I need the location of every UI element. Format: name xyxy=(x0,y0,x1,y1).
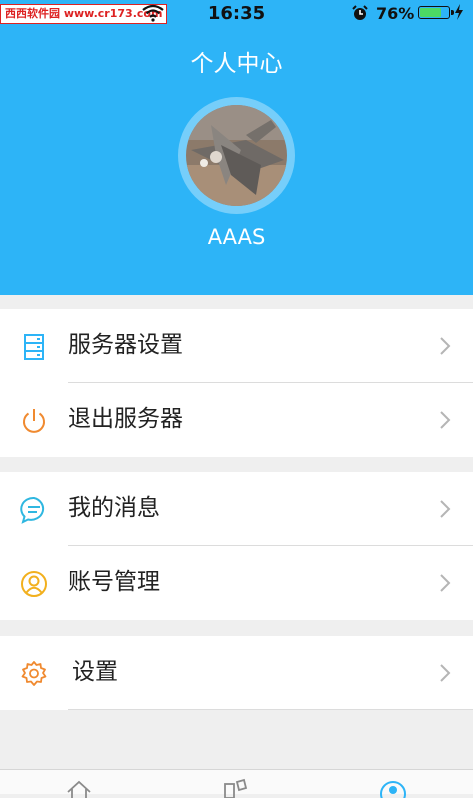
menu-group-settings: 设置 xyxy=(0,636,473,710)
server-icon xyxy=(24,334,44,360)
chevron-right-icon xyxy=(440,664,451,682)
menu-item-label: 账号管理 xyxy=(68,569,160,595)
chevron-right-icon xyxy=(440,411,451,429)
menu-item-label: 设置 xyxy=(72,659,118,685)
battery-percent: 76% xyxy=(376,4,415,23)
battery-icon xyxy=(418,6,454,19)
profile-tab-icon[interactable] xyxy=(378,778,408,798)
username: AAAS xyxy=(207,225,266,249)
avatar[interactable] xyxy=(178,97,295,214)
chevron-right-icon xyxy=(440,574,451,592)
menu-item-account-management[interactable]: 账号管理 xyxy=(0,546,473,619)
tab-bar xyxy=(0,769,473,798)
chevron-right-icon xyxy=(440,337,451,355)
status-bar: 西西软件园 www.cr173.com 16:35 76% xyxy=(0,0,473,28)
menu-group-server: 服务器设置 退出服务器 xyxy=(0,309,473,457)
divider xyxy=(68,709,473,710)
charging-bolt-icon xyxy=(455,4,463,20)
chevron-right-icon xyxy=(440,500,451,518)
message-icon xyxy=(20,496,45,524)
power-icon xyxy=(23,409,45,433)
menu-item-server-settings[interactable]: 服务器设置 xyxy=(0,309,473,382)
user-circle-icon xyxy=(21,571,47,597)
alarm-icon xyxy=(352,5,368,20)
page-title: 个人中心 xyxy=(190,51,283,77)
profile-header: 西西软件园 www.cr173.com 16:35 76% 个人中心 AAAS xyxy=(0,0,473,295)
home-icon[interactable] xyxy=(64,778,94,798)
menu-item-my-messages[interactable]: 我的消息 xyxy=(0,472,473,545)
battery-fill xyxy=(420,8,442,17)
menu-item-label: 我的消息 xyxy=(68,495,160,521)
discover-icon[interactable] xyxy=(220,778,250,798)
menu-item-logout-server[interactable]: 退出服务器 xyxy=(0,383,473,456)
menu-item-label: 退出服务器 xyxy=(68,406,183,432)
gear-icon xyxy=(21,661,47,686)
menu-item-settings[interactable]: 设置 xyxy=(0,636,473,709)
menu-group-account: 我的消息 账号管理 xyxy=(0,472,473,620)
menu-item-label: 服务器设置 xyxy=(68,332,183,358)
avatar-image xyxy=(186,105,287,206)
